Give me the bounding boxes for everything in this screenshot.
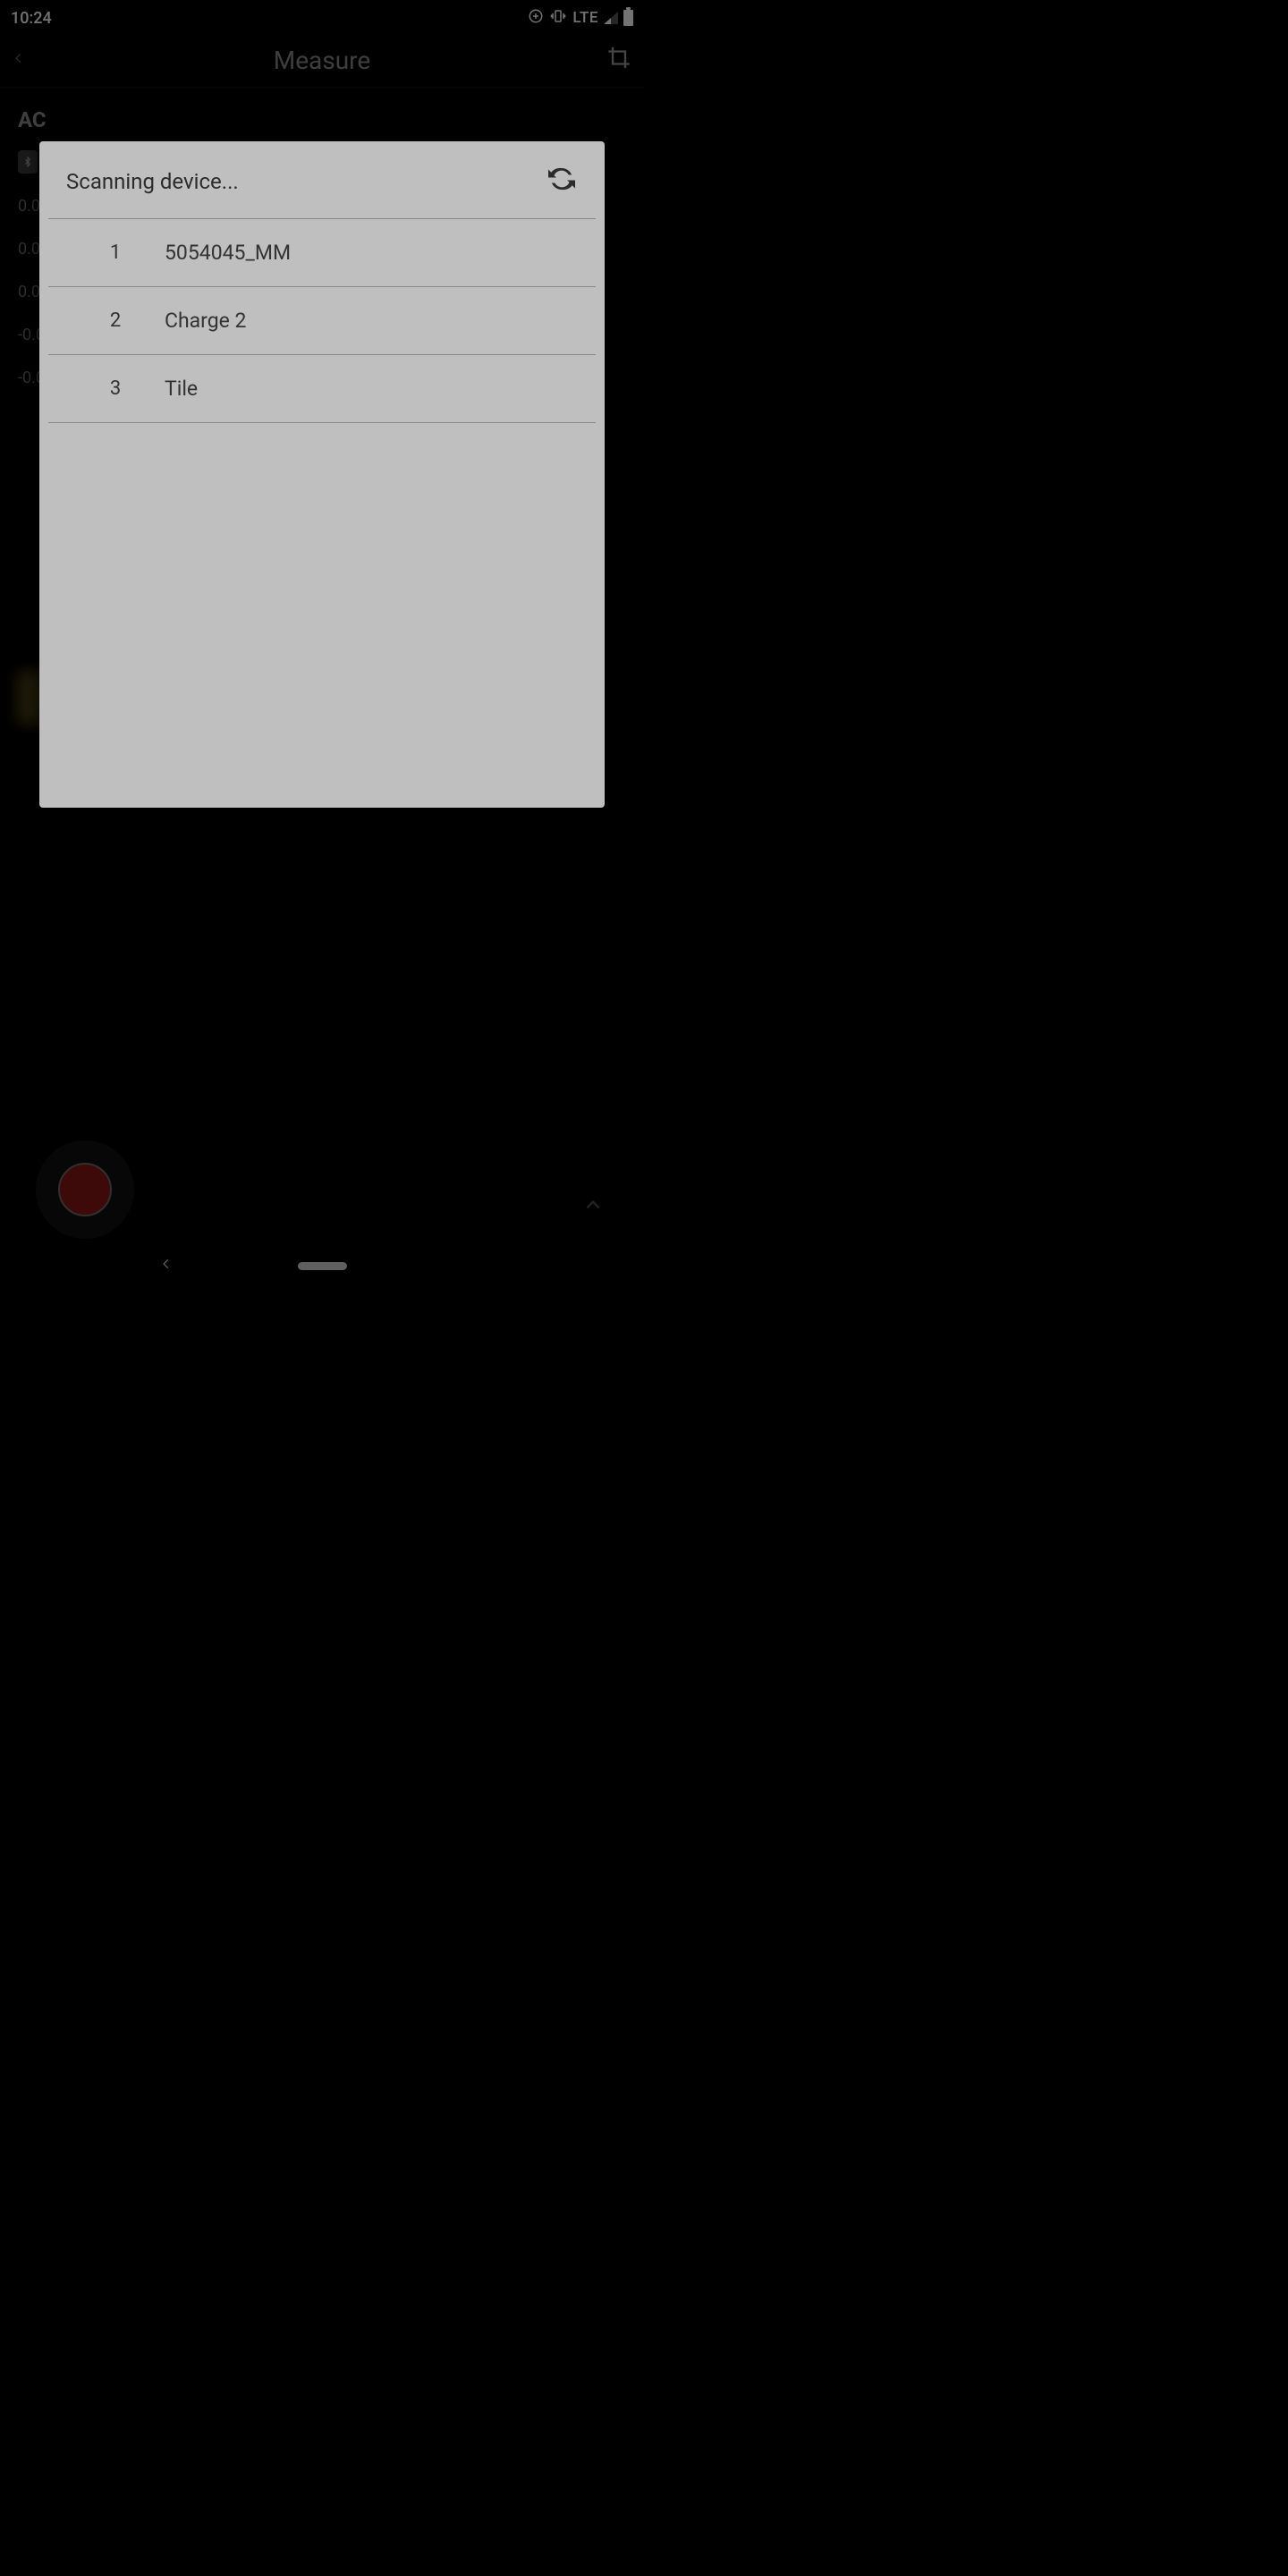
device-index: 1 — [66, 242, 165, 264]
device-name: Tile — [165, 377, 198, 401]
device-row[interactable]: 2 Charge 2 — [48, 287, 596, 355]
device-row[interactable]: 1 5054045_MM — [48, 219, 596, 287]
device-index: 3 — [66, 377, 165, 400]
dialog-header: Scanning device... — [48, 141, 596, 219]
device-name: Charge 2 — [165, 309, 246, 333]
device-name: 5054045_MM — [165, 241, 291, 265]
device-row[interactable]: 3 Tile — [48, 355, 596, 423]
device-index: 2 — [66, 309, 165, 332]
dialog-title: Scanning device... — [66, 169, 239, 194]
scan-device-dialog: Scanning device... 1 5054045_MM 2 Charge… — [39, 141, 605, 808]
refresh-icon[interactable] — [546, 163, 578, 200]
